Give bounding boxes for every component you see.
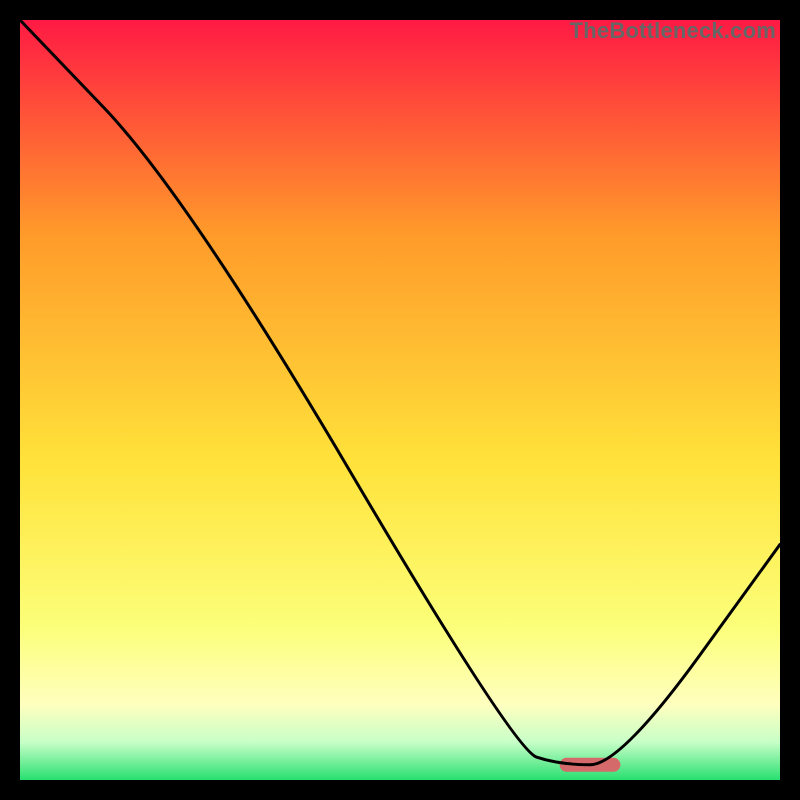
chart-frame: TheBottleneck.com xyxy=(20,20,780,780)
chart-svg xyxy=(20,20,780,780)
watermark-text: TheBottleneck.com xyxy=(570,18,776,44)
plot-background xyxy=(20,20,780,780)
